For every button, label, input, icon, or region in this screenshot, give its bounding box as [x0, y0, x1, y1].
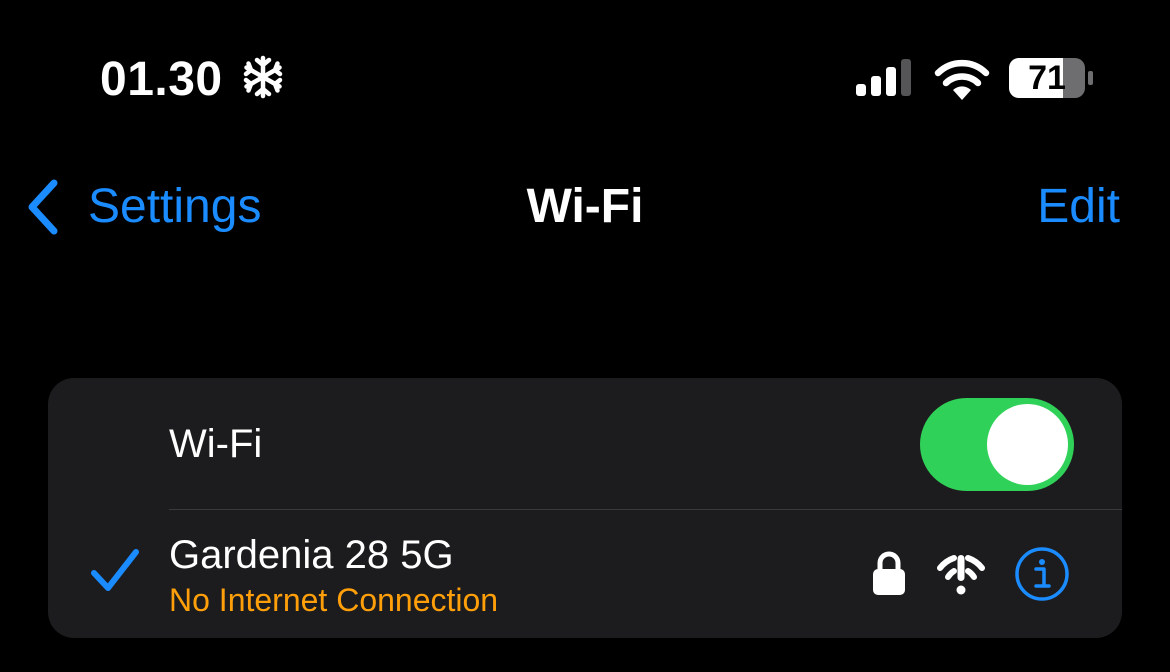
status-time: 01.30	[100, 53, 223, 106]
wifi-toggle-row: Wi-Fi	[48, 378, 1122, 509]
network-status: No Internet Connection	[169, 582, 499, 618]
wifi-toggle-label: Wi-Fi	[169, 422, 263, 466]
edit-button[interactable]: Edit	[1037, 172, 1120, 242]
page-title: Wi-Fi	[526, 180, 644, 233]
lock-icon	[873, 551, 905, 595]
toggle-knob	[987, 404, 1068, 485]
back-button-label: Settings	[88, 180, 262, 233]
checkmark-icon	[91, 549, 139, 591]
network-row[interactable]: Gardenia 28 5G No Internet Connection	[48, 510, 1122, 638]
chevron-left-icon	[28, 179, 58, 235]
wifi-toggle-switch[interactable]	[920, 398, 1074, 491]
wifi-settings-card: Wi-Fi Gardenia 28 5G No Internet Connect…	[48, 378, 1122, 638]
battery-icon: 71	[1008, 57, 1094, 101]
network-name: Gardenia 28 5G	[169, 533, 454, 577]
snowflake-icon	[243, 55, 283, 99]
wifi-no-internet-icon	[937, 555, 985, 595]
back-button[interactable]: Settings	[24, 172, 261, 242]
info-icon[interactable]	[1014, 546, 1070, 602]
wifi-icon	[934, 59, 990, 100]
cellular-signal-icon	[856, 59, 911, 96]
battery-level: 71	[1028, 59, 1066, 97]
